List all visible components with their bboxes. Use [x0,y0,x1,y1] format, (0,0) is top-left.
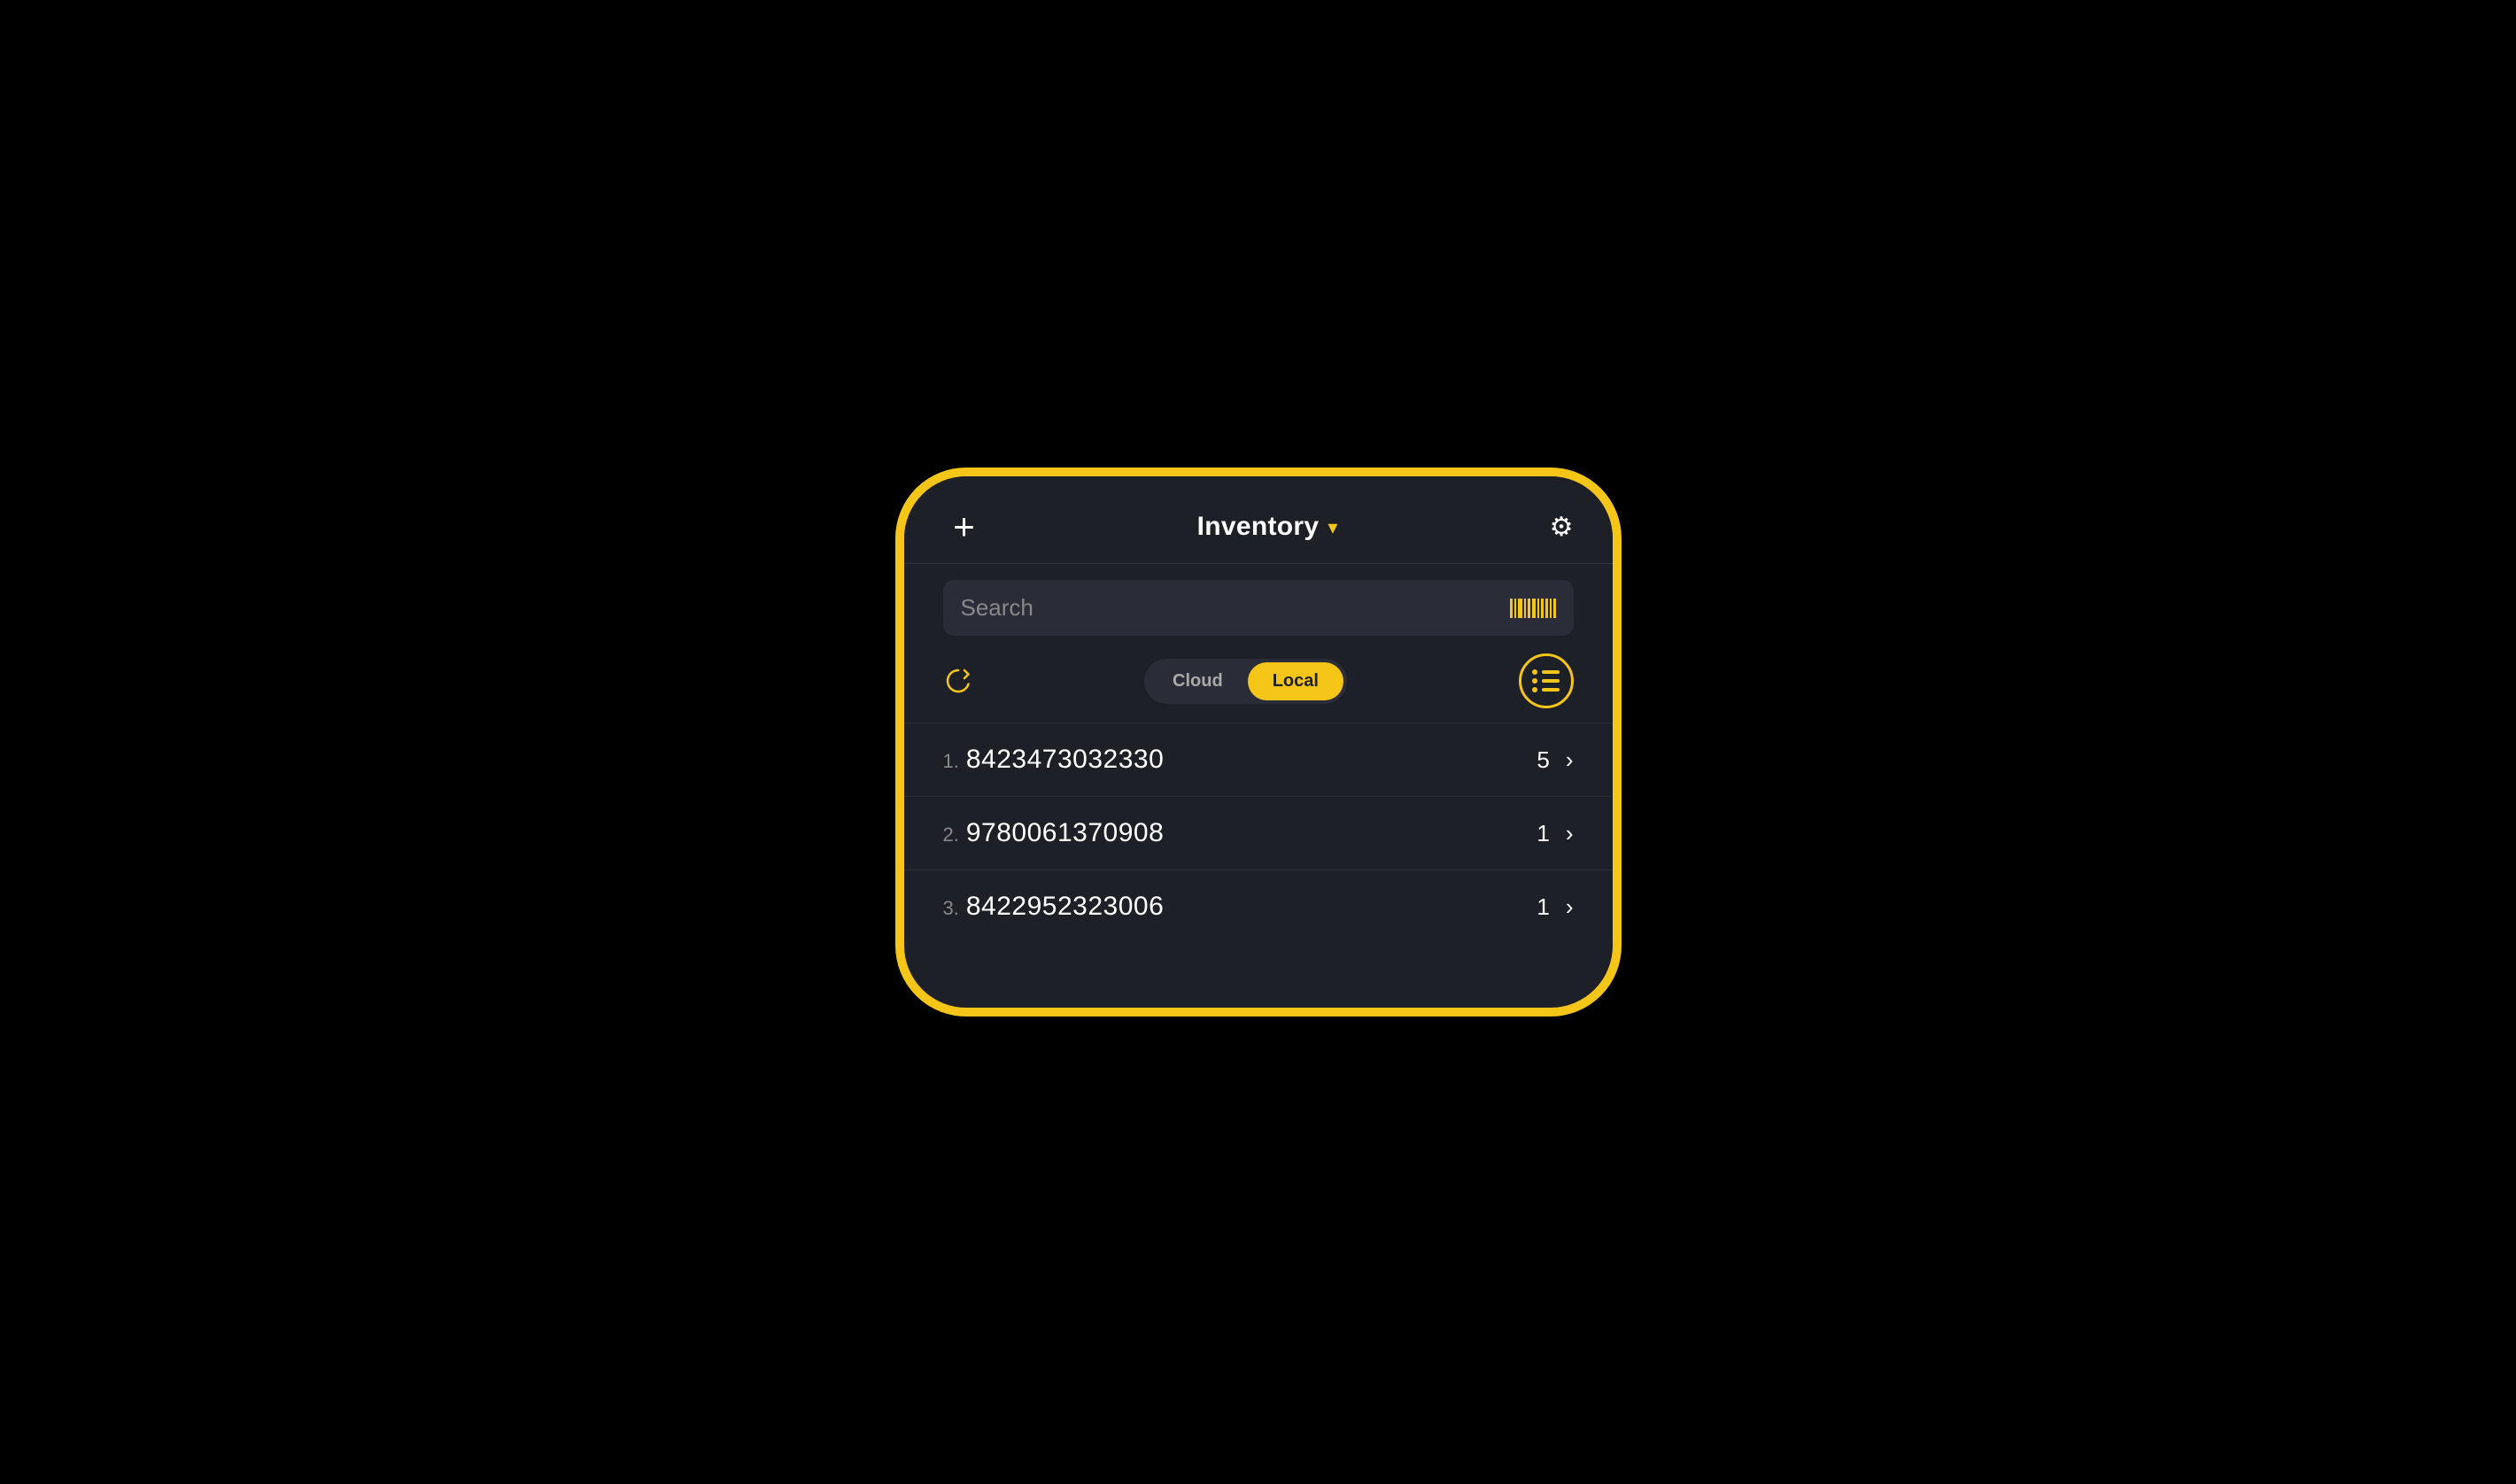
item-right: 1 › [1537,820,1573,847]
device-frame: + Inventory ▾ ⚙ [895,468,1622,1016]
filter-row: Cloud Local [904,648,1613,723]
item-left: 3. 8422952323006 [943,892,1165,922]
item-barcode: 8422952323006 [966,892,1164,922]
refresh-icon [943,666,973,696]
inventory-list: 1. 8423473032330 5 › 2. 9780061370908 1 [904,723,1613,1008]
item-chevron-icon: › [1566,893,1574,921]
item-quantity: 1 [1537,820,1549,847]
app-title: Inventory [1197,512,1320,542]
list-view-button[interactable] [1519,653,1574,708]
item-right: 1 › [1537,893,1573,921]
search-input[interactable] [961,594,1501,622]
settings-button[interactable]: ⚙ [1550,512,1574,543]
table-row[interactable]: 3. 8422952323006 1 › [904,870,1613,943]
list-view-icon [1532,669,1560,692]
item-barcode: 8423473032330 [966,745,1164,775]
header-bar: + Inventory ▾ ⚙ [904,476,1613,563]
item-quantity: 5 [1537,746,1549,774]
add-button[interactable]: + [943,508,986,545]
refresh-button[interactable] [943,666,973,696]
item-left: 1. 8423473032330 [943,745,1165,775]
item-chevron-icon: › [1566,746,1574,774]
title-chevron-icon: ▾ [1328,516,1337,539]
app-content: + Inventory ▾ ⚙ [904,476,1613,1008]
phone-frame: + Inventory ▾ ⚙ [895,468,1622,1016]
title-dropdown[interactable]: Inventory ▾ [1197,512,1338,542]
header-divider [904,563,1613,564]
item-right: 5 › [1537,746,1573,774]
cloud-toggle-option[interactable]: Cloud [1148,662,1248,700]
item-quantity: 1 [1537,893,1549,921]
cloud-local-toggle: Cloud Local [1144,659,1347,704]
item-index: 1. [943,750,959,773]
barcode-icon [1510,599,1556,618]
item-barcode: 9780061370908 [966,818,1164,848]
barcode-scan-button[interactable] [1510,599,1556,618]
item-index: 3. [943,897,959,920]
local-toggle-option[interactable]: Local [1248,662,1343,700]
item-index: 2. [943,823,959,846]
table-row[interactable]: 1. 8423473032330 5 › [904,723,1613,796]
item-chevron-icon: › [1566,820,1574,847]
item-left: 2. 9780061370908 [943,818,1165,848]
search-bar [943,580,1574,636]
table-row[interactable]: 2. 9780061370908 1 › [904,796,1613,870]
